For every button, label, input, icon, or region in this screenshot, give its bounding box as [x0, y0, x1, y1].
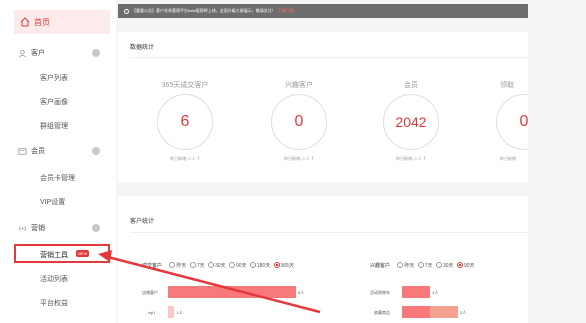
- interest-customer-period-selector: 兴趣客户 昨天 7天 30天 90天: [370, 262, 475, 269]
- notice-text: 【重要公告】客户关系管理平台beta版即将上线，全面升级大屏展示，敬请关注！: [132, 8, 276, 13]
- bar-label: 收藏商品: [374, 310, 390, 315]
- sidebar-item-activity-list[interactable]: 活动列表: [40, 274, 68, 284]
- stat-value[interactable]: 6: [157, 94, 213, 150]
- bar-value: 1人: [432, 290, 439, 295]
- sidebar-group-marketing[interactable]: 营销: [14, 220, 110, 236]
- stat-label: 兴趣客户: [285, 82, 313, 89]
- stat-label: 会员: [404, 82, 418, 89]
- customer-statistics-panel: 客户统计 成交客户 昨天 7天 30天 90天 180天 365天 兴趣客户 昨…: [118, 196, 528, 323]
- divider: [130, 232, 528, 233]
- bar-activity-cart[interactable]: [402, 286, 430, 298]
- up-arrow-icon: ↑: [422, 156, 426, 162]
- sidebar-item-vip-settings[interactable]: VIP设置: [40, 197, 65, 207]
- expand-dot-icon[interactable]: [92, 147, 100, 155]
- expand-dot-icon[interactable]: [92, 224, 100, 232]
- deal-customer-period-selector: 成交客户 昨天 7天 30天 90天 180天 365天: [142, 262, 294, 269]
- bar-favorites[interactable]: [402, 306, 430, 318]
- home-icon: [20, 17, 30, 27]
- sidebar: 首页 客户 客户列表 客户画像 群组管理 会员 会员卡管理 VIP设置 营销 营…: [0, 0, 116, 323]
- panel-title: 客户统计: [130, 219, 155, 225]
- up-arrow-icon: ↑: [196, 156, 200, 162]
- stat-interest-customers: 兴趣客户 0 昨日新增: 0 人 ↑: [254, 80, 344, 162]
- bar-vip1[interactable]: [168, 306, 175, 318]
- up-arrow-icon: ↑: [310, 156, 314, 162]
- sidebar-item-platform-rights[interactable]: 平台权益: [40, 298, 68, 308]
- bar-label: vip1: [148, 310, 156, 315]
- notice-link[interactable]: 了解详情: [278, 8, 294, 14]
- radio-7d[interactable]: 7天: [416, 262, 433, 269]
- bar-value: 2人: [460, 310, 467, 315]
- bar-value: 5人: [298, 290, 305, 295]
- sidebar-group-label: 客户: [31, 50, 45, 57]
- sidebar-item-marketing-tools[interactable]: 营销工具 NEW: [14, 244, 110, 263]
- sidebar-group-label: 营销: [31, 225, 45, 232]
- sidebar-item-customer-list[interactable]: 客户列表: [40, 73, 68, 83]
- sidebar-item-member-card[interactable]: 会员卡管理: [40, 173, 75, 183]
- stat-label: 领取: [500, 82, 514, 89]
- stat-yesterday-text: 昨日新增: 0 人: [396, 156, 422, 161]
- bar-label: 店铺客户: [142, 290, 158, 295]
- sidebar-item-label: 首页: [34, 17, 50, 27]
- stat-claimed: 领取 0 昨日新增: [478, 80, 528, 162]
- stat-yesterday: 昨日新增: 0 人 ↑: [140, 156, 230, 162]
- bar-shop-customers[interactable]: [168, 286, 296, 298]
- stat-yesterday: 昨日新增: 0 人 ↑: [366, 156, 456, 162]
- divider: [130, 57, 528, 58]
- stat-label: 365天成交客户: [161, 82, 209, 89]
- radio-7d[interactable]: 7天: [188, 262, 205, 269]
- stat-yesterday-text: 昨日新增: 0 人: [170, 156, 196, 161]
- stat-deal-customers: 365天成交客户 6 昨日新增: 0 人 ↑: [140, 80, 230, 162]
- member-card-icon: [18, 147, 27, 155]
- radio-365d[interactable]: 365天: [272, 262, 294, 269]
- panel-title: 数据统计: [130, 45, 155, 51]
- radio-90d[interactable]: 90天: [455, 262, 475, 269]
- sidebar-group-members[interactable]: 会员: [14, 143, 110, 159]
- group-label: 成交客户: [142, 263, 163, 269]
- stat-yesterday: 昨日新增: 0 人 ↑: [254, 156, 344, 162]
- stat-value[interactable]: 2042: [383, 94, 439, 150]
- sidebar-item-group-management[interactable]: 群组管理: [40, 121, 68, 131]
- radio-yesterday[interactable]: 昨天: [167, 262, 186, 269]
- data-statistics-panel: 数据统计 365天成交客户 6 昨日新增: 0 人 ↑ 兴趣客户 0 昨日新增:…: [118, 32, 528, 182]
- radio-30d[interactable]: 30天: [434, 262, 454, 269]
- notice-bar: 【重要公告】客户关系管理平台beta版即将上线，全面升级大屏展示，敬请关注！ 了…: [118, 4, 528, 18]
- expand-dot-icon[interactable]: [92, 49, 100, 57]
- bar-value: 1人: [176, 310, 183, 315]
- stat-yesterday-text: 昨日新增: 0 人: [284, 156, 310, 161]
- radio-180d[interactable]: 180天: [248, 262, 270, 269]
- stat-value[interactable]: 0: [496, 94, 528, 150]
- sidebar-group-customers[interactable]: 客户: [14, 45, 110, 61]
- stat-members: 会员 2042 昨日新增: 0 人 ↑: [366, 80, 456, 162]
- info-icon: [124, 8, 129, 14]
- sidebar-group-label: 会员: [31, 148, 45, 155]
- bar-label: 活动购物车: [370, 290, 390, 295]
- group-label: 兴趣客户: [370, 263, 391, 269]
- bar-favorites-segment[interactable]: [430, 306, 458, 318]
- stat-value[interactable]: 0: [271, 94, 327, 150]
- signal-icon: [19, 225, 26, 231]
- radio-90d[interactable]: 90天: [227, 262, 247, 269]
- sidebar-item-customer-portrait[interactable]: 客户画像: [40, 97, 68, 107]
- stat-yesterday: 昨日新增: [500, 156, 516, 161]
- sidebar-item-label: 营销工具: [40, 252, 68, 259]
- radio-30d[interactable]: 30天: [206, 262, 226, 269]
- user-icon: [19, 49, 26, 57]
- sidebar-item-home[interactable]: 首页: [14, 10, 110, 34]
- new-badge: NEW: [76, 250, 90, 257]
- radio-yesterday[interactable]: 昨天: [395, 262, 414, 269]
